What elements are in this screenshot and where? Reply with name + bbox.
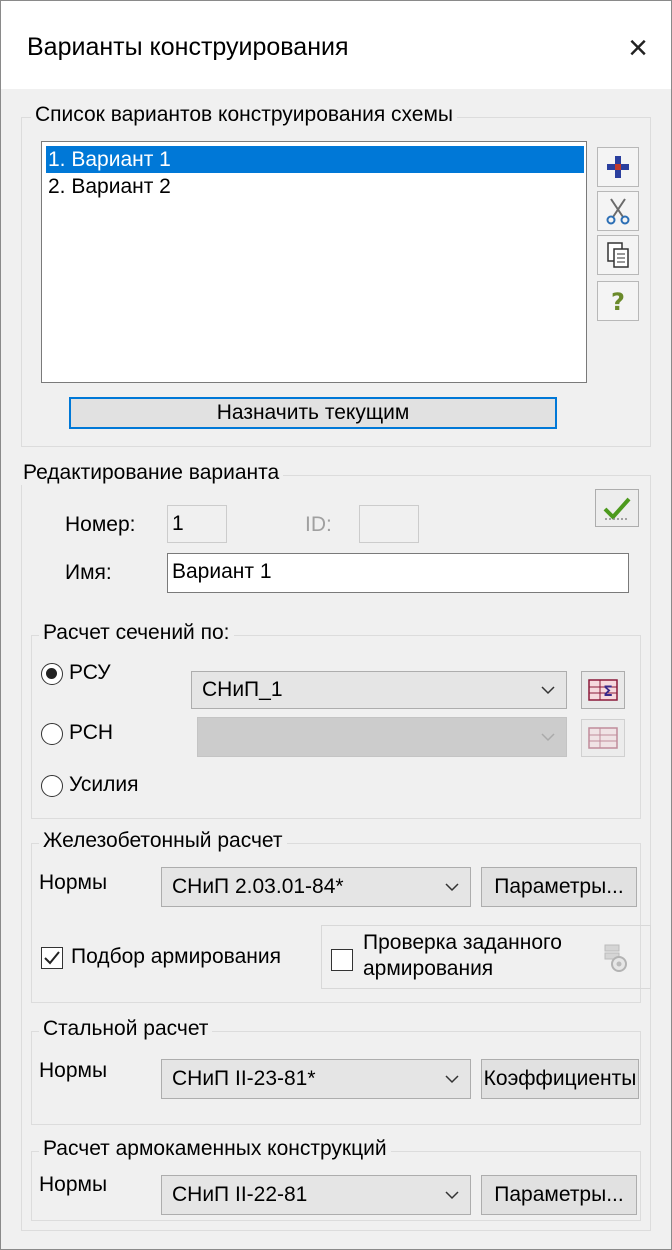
chevron-down-icon (541, 686, 555, 695)
add-variant-button[interactable] (597, 147, 639, 187)
rsn-combo[interactable] (197, 717, 567, 757)
gear-icon (604, 944, 627, 972)
svg-text:Σ: Σ (603, 684, 613, 700)
scissors-icon (606, 198, 630, 225)
rsn-label[interactable]: РСН (69, 721, 113, 745)
masonry-calc-legend: Расчет армокаменных конструкций (39, 1137, 391, 1161)
check-reinforcement-label-1[interactable]: Проверка заданного (363, 931, 562, 955)
window-title: Варианты конструирования (27, 33, 349, 61)
steel-calc-legend: Стальной расчет (39, 1017, 213, 1041)
check-reinforcement-label-2[interactable]: армирования (363, 957, 493, 981)
reinforcement-selection-checkbox[interactable] (41, 947, 63, 969)
rsn-radio[interactable] (41, 723, 63, 745)
reinforcement-selection-label[interactable]: Подбор армирования (71, 945, 281, 969)
section-calc-legend: Расчет сечений по: (39, 621, 234, 645)
sum-table-icon: Σ (588, 679, 618, 701)
help-button[interactable]: ? (597, 281, 639, 321)
rc-calc-legend: Железобетонный расчет (39, 829, 287, 853)
close-icon: × (628, 28, 648, 67)
plus-icon (607, 156, 629, 178)
masonry-norms-value: СНиП II-22-81 (172, 1183, 308, 1206)
chevron-down-icon (445, 1191, 459, 1200)
chevron-down-icon (445, 883, 459, 892)
masonry-norms-label: Нормы (39, 1173, 108, 1196)
name-field[interactable]: Вариант 1 (167, 553, 629, 593)
id-field[interactable] (359, 505, 419, 543)
rsn-sum-button[interactable] (581, 719, 625, 757)
list-item[interactable]: 2. Вариант 2 (46, 173, 171, 200)
steel-norms-combo[interactable]: СНиП II-23-81* (161, 1059, 471, 1099)
rsu-combo[interactable]: СНиП_1 (191, 671, 567, 709)
masonry-params-button[interactable]: Параметры... (481, 1175, 637, 1215)
steel-norms-value: СНиП II-23-81* (172, 1067, 316, 1090)
forces-label[interactable]: Усилия (69, 773, 139, 797)
list-item[interactable]: 1. Вариант 1 (46, 146, 584, 173)
edit-variant-legend: Редактирование варианта (19, 461, 284, 485)
apply-button[interactable] (595, 489, 639, 527)
check-reinforcement-checkbox[interactable] (331, 949, 353, 971)
set-current-button[interactable]: Назначить текущим (69, 397, 557, 429)
design-variants-dialog: Варианты конструирования × Список вариан… (0, 0, 672, 1250)
rc-norms-label: Нормы (39, 871, 108, 894)
forces-radio[interactable] (41, 775, 63, 797)
check-reinforcement-settings-button[interactable] (599, 939, 633, 977)
id-label: ID: (305, 513, 332, 536)
title-bar[interactable]: Варианты конструирования × (1, 1, 671, 89)
checkmark-icon (603, 497, 631, 520)
help-icon: ? (611, 288, 625, 315)
rc-params-button[interactable]: Параметры... (481, 867, 637, 907)
masonry-norms-combo[interactable]: СНиП II-22-81 (161, 1175, 471, 1215)
rc-norms-combo[interactable]: СНиП 2.03.01-84* (161, 867, 471, 907)
variants-listbox[interactable]: 1. Вариант 1 2. Вариант 2 (41, 141, 587, 383)
svg-text:?: ? (611, 288, 625, 315)
number-label: Номер: (65, 513, 136, 536)
rsu-label[interactable]: РСУ (69, 661, 111, 685)
delete-variant-button[interactable] (597, 191, 639, 231)
steel-coefficients-button[interactable]: Коэффициенты (481, 1059, 639, 1099)
copy-icon (607, 242, 629, 268)
name-label: Имя: (65, 561, 112, 584)
steel-norms-label: Нормы (39, 1059, 108, 1082)
rsu-radio[interactable] (41, 663, 63, 685)
checkmark-icon (44, 951, 60, 965)
chevron-down-icon (541, 733, 555, 742)
rsu-combo-value: СНиП_1 (202, 678, 283, 701)
chevron-down-icon (445, 1075, 459, 1084)
number-field[interactable]: 1 (167, 505, 227, 543)
close-button[interactable]: × (613, 23, 663, 73)
variants-list-legend: Список вариантов конструирования схемы (31, 103, 458, 127)
copy-variant-button[interactable] (597, 235, 639, 275)
rc-norms-value: СНиП 2.03.01-84* (172, 875, 344, 898)
sum-table-icon (588, 727, 618, 749)
rsu-sum-button[interactable]: Σ (581, 671, 625, 709)
